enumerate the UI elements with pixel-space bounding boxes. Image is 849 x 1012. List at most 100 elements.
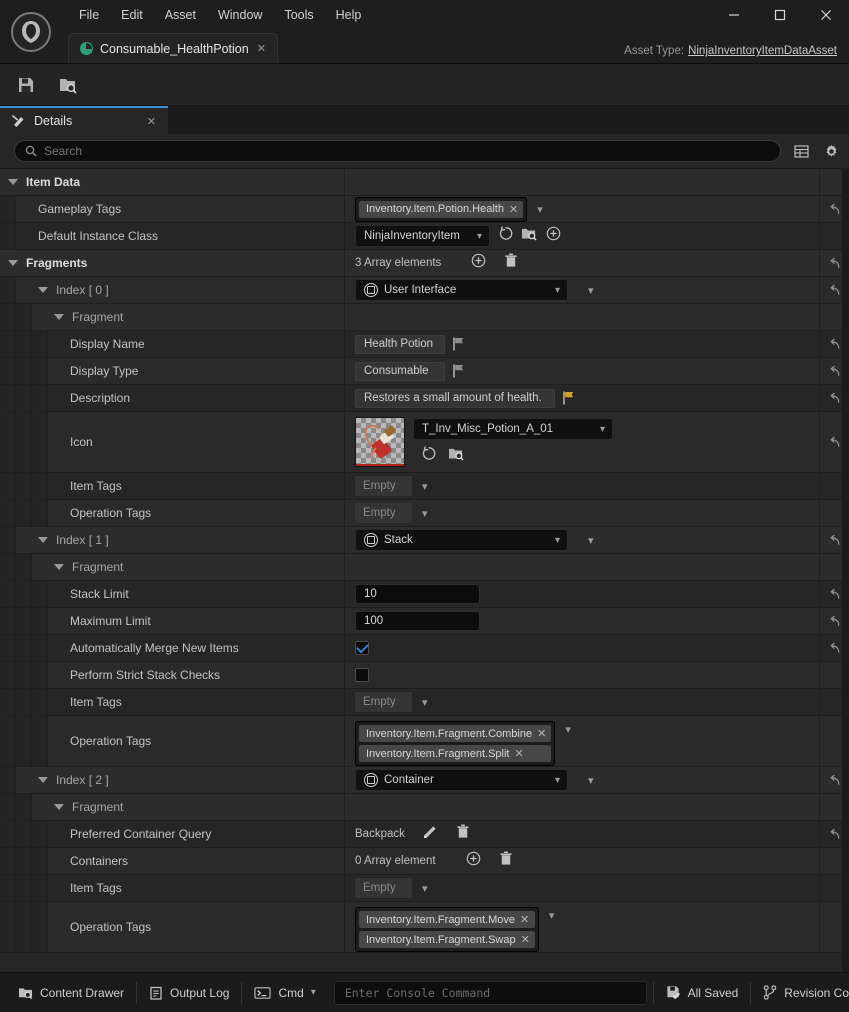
operation-tags-0-dropdown-icon[interactable]: ▾ [420, 507, 430, 520]
view-options-button[interactable] [791, 141, 811, 161]
menu-edit[interactable]: Edit [110, 4, 154, 26]
localization-flag-icon[interactable] [453, 337, 466, 351]
item-tags-2-dropdown-icon[interactable]: ▾ [420, 882, 430, 895]
expand-triangle-icon[interactable] [8, 179, 18, 185]
expand-triangle-icon[interactable] [54, 314, 64, 320]
tag-remove-icon[interactable]: ✕ [514, 747, 523, 760]
tree-row-fragment-0[interactable]: Fragment [0, 304, 849, 331]
icon-thumbnail[interactable] [355, 417, 405, 467]
tag-remove-icon[interactable]: ✕ [509, 203, 518, 216]
operation-tags-1-dropdown-icon[interactable]: ▾ [563, 723, 573, 736]
close-button[interactable] [803, 0, 849, 30]
tag-chip[interactable]: Inventory.Item.Fragment.Split ✕ [359, 745, 552, 762]
tree-row-index-2[interactable]: Index [ 2 ] Container ▾ ▾ [0, 767, 849, 794]
browse-content-button[interactable] [56, 73, 80, 97]
item-tags-0-empty-value[interactable]: Empty [355, 476, 412, 496]
output-log-button[interactable]: Output Log [137, 979, 241, 1007]
browse-folder-icon [449, 448, 464, 461]
item-tags-0-dropdown-icon[interactable]: ▾ [420, 480, 430, 493]
add-fragment-button[interactable] [471, 253, 486, 273]
details-scrollbar[interactable] [842, 169, 849, 972]
tag-remove-icon[interactable]: ✕ [520, 913, 529, 926]
tab-details[interactable]: Details ✕ [0, 106, 168, 134]
gameplay-tags-container[interactable]: Inventory.Item.Potion.Health ✕ [355, 196, 528, 222]
content-drawer-button[interactable]: Content Drawer [6, 979, 136, 1007]
console-command-input[interactable]: Enter Console Command [333, 980, 647, 1005]
item-tags-1-dropdown-icon[interactable]: ▾ [420, 696, 430, 709]
asset-tab-close-icon[interactable]: ✕ [256, 42, 267, 55]
index-0-type-dropdown[interactable]: User Interface ▾ [355, 279, 568, 301]
operation-tags-0-empty-value[interactable]: Empty [355, 503, 412, 523]
tag-chip[interactable]: Inventory.Item.Fragment.Combine ✕ [359, 725, 552, 742]
maximize-button[interactable] [757, 0, 803, 30]
operation-tags-1-container[interactable]: Inventory.Item.Fragment.Combine ✕ Invent… [355, 721, 556, 766]
new-asset-button[interactable] [546, 226, 561, 246]
add-container-button[interactable] [466, 851, 481, 871]
tag-chip[interactable]: Inventory.Item.Fragment.Move ✕ [359, 911, 535, 928]
tag-remove-icon[interactable]: ✕ [537, 727, 546, 740]
minimize-button[interactable] [711, 0, 757, 30]
tree-row-index-0[interactable]: Index [ 0 ] User Interface ▾ ▾ [0, 277, 849, 304]
clear-containers-button[interactable] [499, 851, 513, 871]
expand-triangle-icon[interactable] [38, 287, 48, 293]
tree-row-fragment-2[interactable]: Fragment [0, 794, 849, 821]
expand-triangle-icon[interactable] [54, 804, 64, 810]
tag-chip[interactable]: Inventory.Item.Potion.Health ✕ [359, 200, 524, 218]
index-1-type-dropdown[interactable]: Stack ▾ [355, 529, 568, 551]
display-name-input[interactable]: Health Potion [355, 334, 445, 354]
search-input[interactable]: Search [14, 140, 781, 162]
struct-icon [364, 283, 378, 297]
item-tags-2-empty-value[interactable]: Empty [355, 878, 412, 898]
revision-control-button[interactable]: Revision Co [751, 979, 849, 1007]
default-instance-class-dropdown[interactable]: NinjaInventoryItem ▾ [355, 225, 490, 247]
use-selected-asset-button[interactable] [498, 226, 513, 246]
menu-help[interactable]: Help [325, 4, 373, 26]
index-2-type-dropdown[interactable]: Container ▾ [355, 769, 568, 791]
maximum-limit-input[interactable]: 100 [355, 611, 480, 631]
operation-tags-2-dropdown-icon[interactable]: ▾ [547, 909, 557, 922]
clear-fragments-button[interactable] [504, 253, 518, 273]
menu-tools[interactable]: Tools [273, 4, 324, 26]
cmd-mode-selector[interactable]: Cmd ▾ [242, 979, 327, 1007]
expand-triangle-icon[interactable] [38, 777, 48, 783]
save-button[interactable] [14, 73, 38, 97]
menu-window[interactable]: Window [207, 4, 273, 26]
description-input[interactable]: Restores a small amount of health. [355, 388, 555, 408]
indent-guide [32, 662, 48, 688]
expand-triangle-icon[interactable] [54, 564, 64, 570]
operation-tags-2-container[interactable]: Inventory.Item.Fragment.Move ✕ Inventory… [355, 907, 539, 952]
details-tab-close-icon[interactable]: ✕ [147, 115, 156, 128]
strict-checks-checkbox[interactable] [355, 668, 369, 682]
icon-use-selected-button[interactable] [421, 446, 436, 466]
localization-flag-icon[interactable] [563, 391, 576, 405]
indent-guide [0, 902, 16, 952]
gameplay-tags-dropdown-icon[interactable]: ▾ [535, 203, 545, 216]
item-tags-1-empty-value[interactable]: Empty [355, 692, 412, 712]
auto-merge-checkbox[interactable] [355, 641, 369, 655]
tag-chip[interactable]: Inventory.Item.Fragment.Swap ✕ [359, 931, 535, 948]
tree-row-item-data[interactable]: Item Data [0, 169, 849, 196]
asset-type-value[interactable]: NinjaInventoryItemDataAsset [688, 45, 837, 57]
expand-triangle-icon[interactable] [8, 260, 18, 266]
all-saved-button[interactable]: All Saved [654, 979, 751, 1007]
tree-row-fragments[interactable]: Fragments 3 Array elements [0, 250, 849, 277]
edit-query-button[interactable] [423, 824, 438, 844]
index-0-options-icon[interactable]: ▾ [586, 284, 596, 297]
tree-row-fragment-1[interactable]: Fragment [0, 554, 849, 581]
delete-query-button[interactable] [456, 824, 470, 844]
asset-tab[interactable]: Consumable_HealthPotion ✕ [68, 33, 278, 63]
index-1-options-icon[interactable]: ▾ [586, 534, 596, 547]
display-type-input[interactable]: Consumable [355, 361, 445, 381]
tag-remove-icon[interactable]: ✕ [521, 933, 530, 946]
stack-limit-input[interactable]: 10 [355, 584, 480, 604]
menu-asset[interactable]: Asset [154, 4, 207, 26]
icon-browse-button[interactable] [448, 446, 465, 466]
settings-button[interactable] [821, 141, 841, 161]
browse-asset-button[interactable] [521, 226, 538, 246]
index-2-options-icon[interactable]: ▾ [586, 774, 596, 787]
localization-flag-icon[interactable] [453, 364, 466, 378]
icon-asset-dropdown[interactable]: T_Inv_Misc_Potion_A_01 ▾ [413, 418, 613, 440]
expand-triangle-icon[interactable] [38, 537, 48, 543]
menu-file[interactable]: File [68, 4, 110, 26]
tree-row-index-1[interactable]: Index [ 1 ] Stack ▾ ▾ [0, 527, 849, 554]
